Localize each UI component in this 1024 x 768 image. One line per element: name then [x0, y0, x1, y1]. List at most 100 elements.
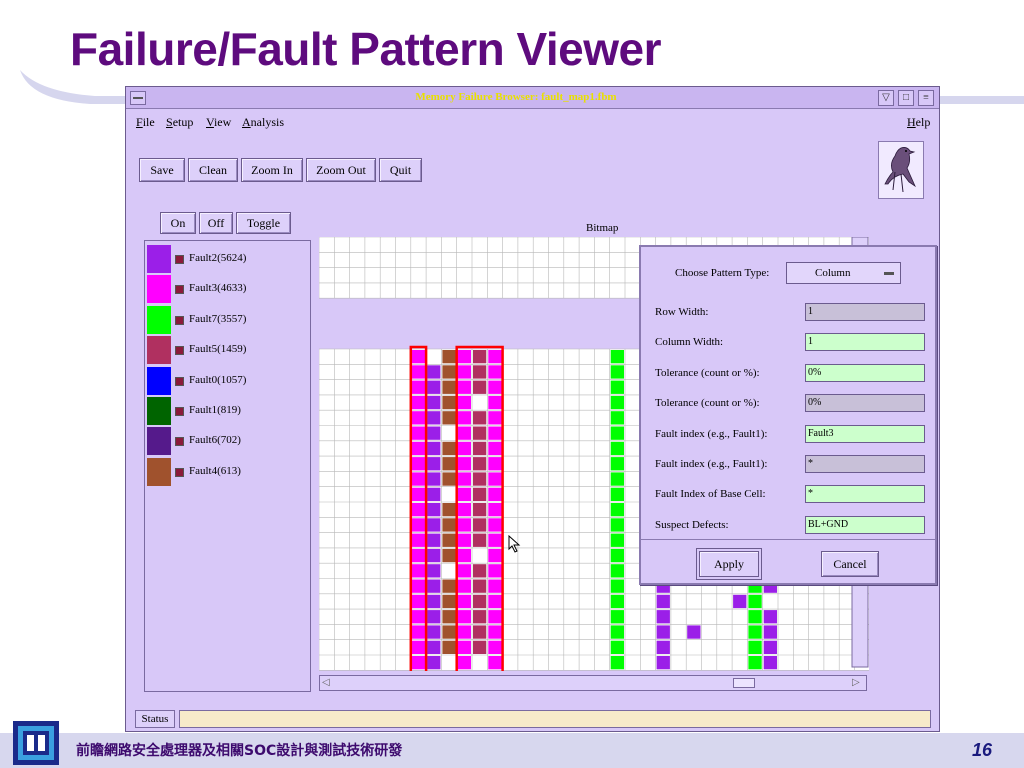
fault-cell [442, 548, 456, 563]
pattern-type-select[interactable]: Column [786, 262, 901, 284]
legend-checkbox[interactable] [175, 315, 184, 325]
maximize-button[interactable]: □ [898, 90, 914, 106]
quit-button[interactable]: Quit [379, 158, 422, 182]
dialog-field-input[interactable]: Fault3 [805, 424, 925, 443]
minimize-button[interactable]: ▽ [878, 90, 894, 106]
window-titlebar[interactable]: Memory Failure Browser: fault_map1.fbm ▽… [126, 87, 939, 109]
legend-item[interactable]: Fault7(3557) [147, 305, 307, 334]
fault-cell [763, 610, 777, 624]
fault-cell [610, 487, 624, 501]
fault-cell [488, 579, 502, 593]
fault-cell [488, 350, 502, 364]
dialog-field-input[interactable]: 1 [805, 303, 925, 321]
fault-cell [473, 426, 487, 440]
legend-checkbox[interactable] [175, 285, 184, 295]
legend-item[interactable]: Fault1(819) [147, 397, 307, 425]
pattern-type-value: Column [815, 267, 851, 279]
fault-cell [748, 640, 762, 654]
legend-label: Fault7(3557) [189, 312, 247, 325]
window-title: Memory Failure Browser: fault_map1.fbm [415, 91, 617, 103]
fault-cell [457, 656, 471, 670]
dialog-field-input[interactable]: 0% [805, 394, 925, 413]
dialog-field-input[interactable]: 1 [805, 333, 925, 352]
dialog-field-input[interactable]: * [805, 485, 925, 504]
fault-cell [488, 411, 502, 425]
bitmap-horizontal-scrollbar[interactable]: ◁ ▷ [319, 675, 867, 691]
window-options-button[interactable]: ≡ [918, 90, 934, 106]
fault-cell [442, 441, 456, 456]
dialog-field-input[interactable]: * [805, 455, 925, 473]
legend-color-swatch [147, 336, 171, 365]
legend-checkbox[interactable] [175, 437, 184, 447]
dialog-field-input[interactable]: 0% [805, 363, 925, 382]
legend-label: Fault4(613) [189, 464, 241, 477]
legend-item[interactable]: Fault6(702) [147, 427, 307, 456]
legend-item[interactable]: Fault4(613) [147, 457, 307, 486]
fault-cell [488, 656, 502, 670]
legend-on-button[interactable]: On [160, 212, 196, 234]
legend-item[interactable]: Fault2(5624) [147, 245, 307, 273]
fault-cell [411, 487, 426, 501]
fault-cell [610, 380, 624, 394]
fault-cell [687, 625, 701, 639]
dialog-field-input[interactable]: BL+GND [805, 515, 925, 534]
fault-cell [488, 548, 502, 563]
fault-cell [427, 395, 441, 410]
fault-cell [457, 487, 471, 501]
menu-analysis[interactable]: Analysis [242, 115, 284, 130]
fault-cell [427, 503, 441, 517]
fault-cell [442, 640, 456, 654]
legend-label: Fault1(819) [189, 404, 241, 416]
scroll-left-arrow[interactable]: ◁ [322, 677, 330, 688]
legend-toggle-button[interactable]: Toggle [236, 212, 291, 234]
apply-button[interactable]: Apply [699, 551, 759, 577]
cancel-button[interactable]: Cancel [821, 551, 879, 577]
scroll-thumb[interactable] [733, 678, 755, 688]
fault-cell [610, 441, 624, 456]
fault-cell [473, 640, 487, 654]
legend-off-button[interactable]: Off [199, 212, 233, 234]
clean-button[interactable]: Clean [188, 158, 238, 182]
fault-cell [411, 365, 426, 379]
legend-item[interactable]: Fault0(1057) [147, 366, 307, 395]
fault-cell [427, 548, 441, 563]
menu-setup[interactable]: Setup [166, 115, 193, 130]
menu-view[interactable]: View [206, 115, 231, 130]
legend-item[interactable]: Fault3(4633) [147, 275, 307, 304]
fault-cell [488, 625, 502, 639]
fault-cell [457, 610, 471, 624]
fault-cell [488, 610, 502, 624]
menu-help[interactable]: Help [907, 115, 930, 130]
legend-checkbox[interactable] [175, 376, 184, 386]
fault-cell [610, 579, 624, 593]
legend-checkbox[interactable] [175, 467, 184, 477]
fault-cell [442, 365, 456, 379]
zoom-in-button[interactable]: Zoom In [241, 158, 303, 182]
legend-checkbox[interactable] [175, 407, 184, 416]
fault-cell [488, 503, 502, 517]
fault-cell [442, 503, 456, 517]
fault-cell [427, 518, 441, 532]
legend-color-swatch [147, 305, 171, 334]
fault-cell [610, 472, 624, 486]
app-logo [878, 141, 924, 199]
fault-cell [427, 640, 441, 654]
fault-cell [473, 594, 487, 609]
fault-cell [488, 457, 502, 471]
fault-cell [427, 411, 441, 425]
fault-cell [656, 656, 670, 670]
legend-item[interactable]: Fault5(1459) [147, 336, 307, 365]
legend-checkbox[interactable] [175, 255, 184, 264]
dialog-field-label: Tolerance (count or %): [655, 366, 760, 379]
menu-file[interactable]: File [136, 115, 155, 130]
fault-cell [427, 365, 441, 379]
fault-cell [427, 441, 441, 456]
fault-cell [411, 564, 426, 578]
save-button[interactable]: Save [139, 158, 185, 182]
scroll-right-arrow[interactable]: ▷ [852, 677, 860, 688]
fault-cell [610, 656, 624, 670]
legend-checkbox[interactable] [175, 346, 184, 356]
zoom-out-button[interactable]: Zoom Out [306, 158, 376, 182]
fault-cell [748, 625, 762, 639]
memory-failure-browser-window: Memory Failure Browser: fault_map1.fbm ▽… [125, 86, 940, 732]
